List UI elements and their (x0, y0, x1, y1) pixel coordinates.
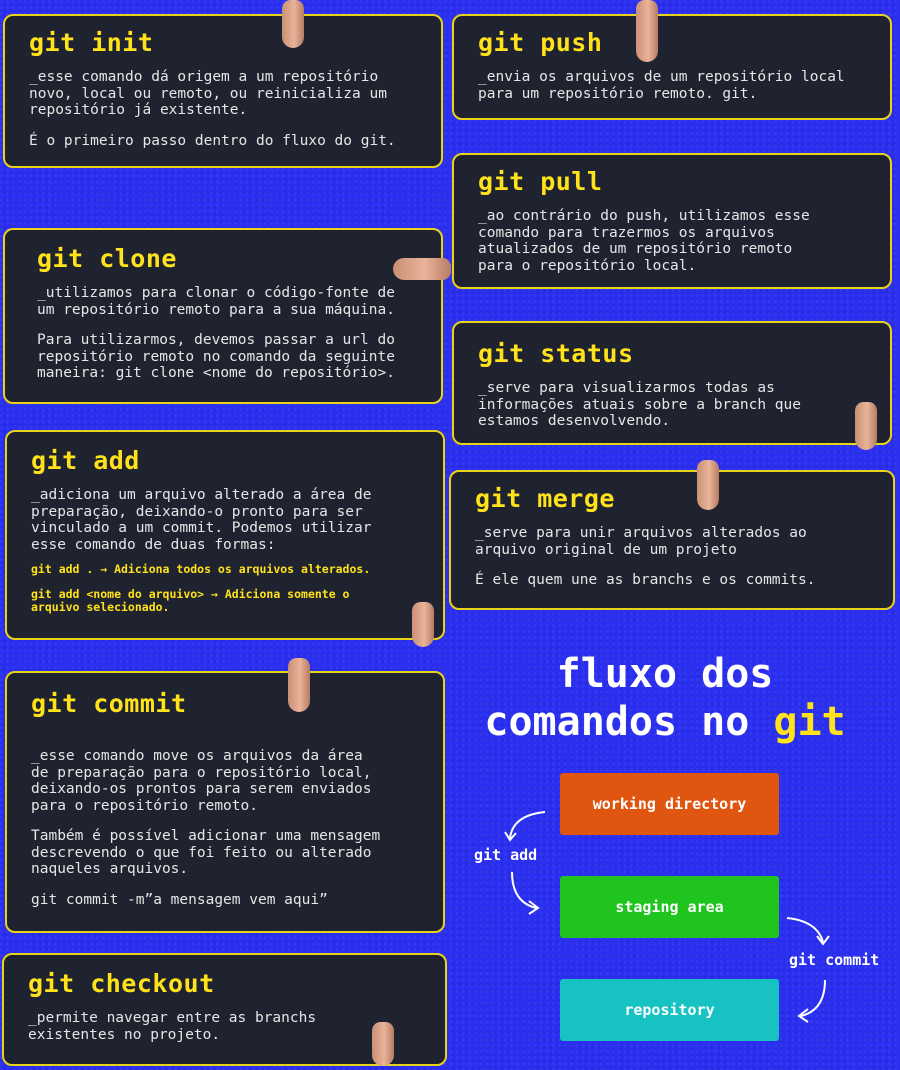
flow-title-line1: fluxo dos (556, 651, 774, 697)
card-title: git add (31, 446, 140, 475)
card-git-status: git status _serve para visualizarmos tod… (452, 321, 892, 445)
code-example: git add . → Adiciona todos os arquivos a… (31, 562, 371, 576)
finger-decoration (636, 0, 658, 62)
arrow-icon (786, 917, 830, 1023)
card-text: _serve para visualizarmos todas as infor… (478, 380, 802, 429)
working-directory-box: working directory (560, 773, 779, 835)
card-text: É o primeiro passo dentro do fluxo do gi… (29, 132, 396, 149)
card-git-merge: git merge _serve para unir arquivos alte… (449, 470, 895, 610)
card-text: _ao contrário do push, utilizamos esse c… (478, 208, 810, 274)
card-title: git clone (37, 244, 177, 273)
repository-box: repository (560, 979, 779, 1041)
flow-title-line2: comandos no git (484, 699, 846, 745)
card-text: _esse comando dá origem a um repositório… (29, 69, 387, 118)
finger-decoration (412, 602, 434, 647)
card-title: git pull (478, 167, 603, 196)
card-title: git status (478, 339, 634, 368)
card-text: É ele quem une as branchs e os commits. (475, 572, 816, 588)
flow-title: fluxo dos comandos no git (450, 650, 880, 746)
card-text: _esse comando move os arquivos da área d… (31, 748, 372, 814)
card-text: _serve para unir arquivos alterados ao a… (475, 525, 807, 558)
code-example: git add <nome do arquivo> → Adiciona som… (31, 587, 350, 614)
card-title: git init (29, 28, 154, 57)
card-git-add: git add _adiciona um arquivo alterado a … (5, 430, 445, 640)
card-text: _envia os arquivos de um repositório loc… (478, 69, 845, 102)
finger-decoration (288, 658, 310, 712)
card-title: git merge (475, 484, 615, 513)
flow-title-highlight: git (773, 699, 846, 745)
card-title: git commit (31, 689, 187, 718)
finger-decoration (282, 0, 304, 48)
card-git-clone: git clone _utilizamos para clonar o códi… (3, 228, 443, 404)
card-text: _permite navegar entre as branchs existe… (28, 1010, 317, 1043)
card-git-commit: git commit _esse comando move os arquivo… (5, 671, 445, 933)
finger-decoration (855, 402, 877, 450)
card-git-push: git push _envia os arquivos de um reposi… (452, 14, 892, 120)
card-git-pull: git pull _ao contrário do push, utilizam… (452, 153, 892, 289)
card-title: git checkout (28, 969, 215, 998)
card-text: git commit -m”a mensagem vem aqui” (31, 891, 328, 908)
card-text: _utilizamos para clonar o código-fonte d… (37, 285, 395, 318)
card-text: Também é possível adicionar uma mensagem… (31, 828, 381, 877)
card-git-init: git init _esse comando dá origem a um re… (3, 14, 443, 168)
arrow-icon (504, 811, 546, 915)
card-title: git push (478, 28, 603, 57)
finger-decoration (393, 258, 451, 280)
card-text: Para utilizarmos, devemos passar a url d… (37, 332, 395, 381)
staging-area-box: staging area (560, 876, 779, 938)
finger-decoration (372, 1022, 394, 1066)
finger-decoration (697, 460, 719, 510)
card-text: _adiciona um arquivo alterado a área de … (31, 487, 372, 553)
